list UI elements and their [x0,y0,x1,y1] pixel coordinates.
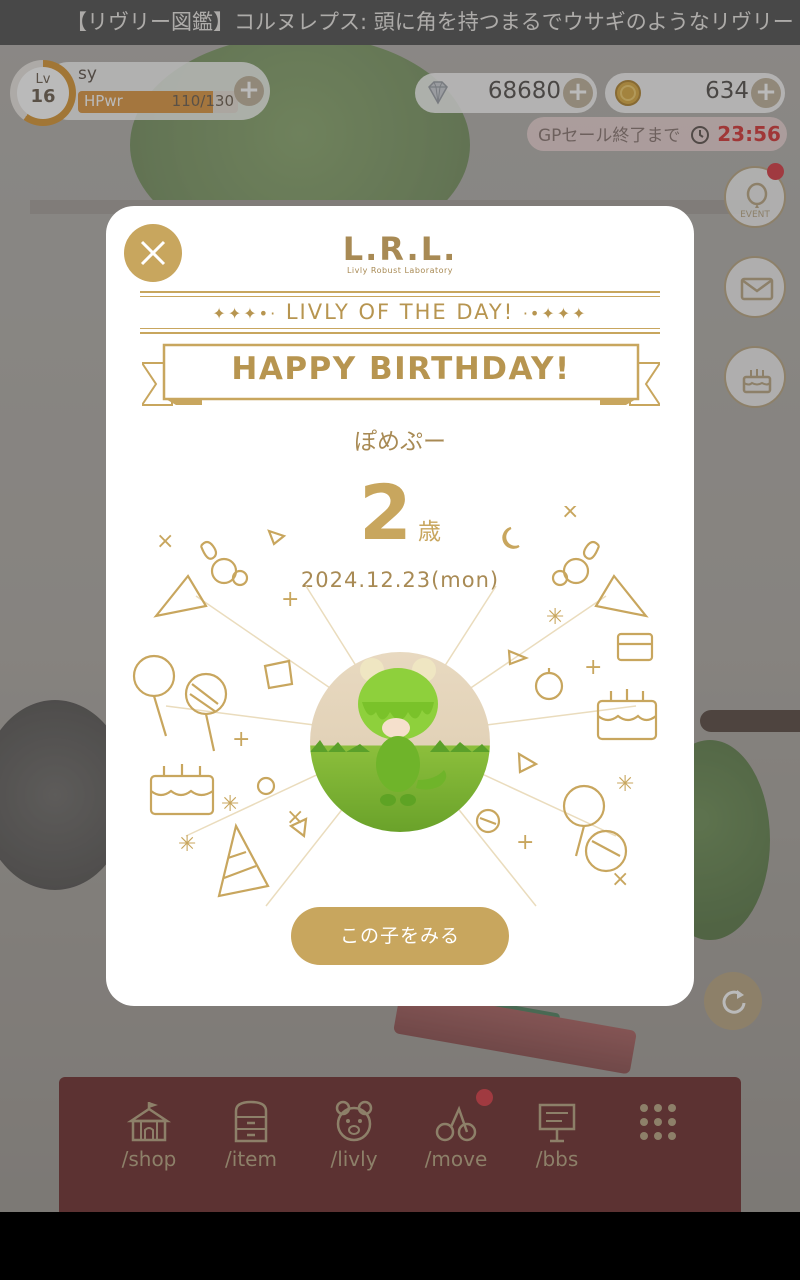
livly-of-the-day-text: LIVLY OF THE DAY! [285,300,515,324]
livly-character [310,658,490,806]
svg-text:×: × [561,506,579,524]
svg-text:×: × [156,529,174,554]
svg-text:×: × [611,867,629,892]
sparkle-right: ·•✦✦✦ [522,304,588,323]
svg-text:+: + [232,727,250,752]
svg-text:✳: ✳ [221,792,239,817]
birthday-modal: L.R.L. Livly Robust Laboratory ✦✦✦•· LIV… [106,206,694,1006]
lrl-logo: L.R.L. Livly Robust Laboratory [106,232,694,275]
svg-text:×: × [286,805,304,830]
livly-name: ぽめぷー [354,429,446,455]
svg-text:+: + [584,655,602,680]
svg-text:✳: ✳ [616,772,634,797]
logo-title: L.R.L. [342,230,458,268]
livly-portrait [310,652,490,832]
svg-text:+: + [516,830,534,855]
svg-text:✳: ✳ [178,832,196,857]
birthday-ribbon: HAPPY BIRTHDAY! [140,343,662,409]
livly-of-the-day-banner: ✦✦✦•· LIVLY OF THE DAY! ·•✦✦✦ [140,291,660,334]
sparkle-left: ✦✦✦•· [212,304,278,323]
svg-text:✳: ✳ [546,605,564,630]
system-bar [0,1212,800,1280]
happy-birthday-text: HAPPY BIRTHDAY! [231,351,571,387]
logo-subtitle: Livly Robust Laboratory [346,266,454,275]
svg-text:+: + [281,587,299,612]
view-livly-button[interactable]: この子をみる [291,907,509,965]
